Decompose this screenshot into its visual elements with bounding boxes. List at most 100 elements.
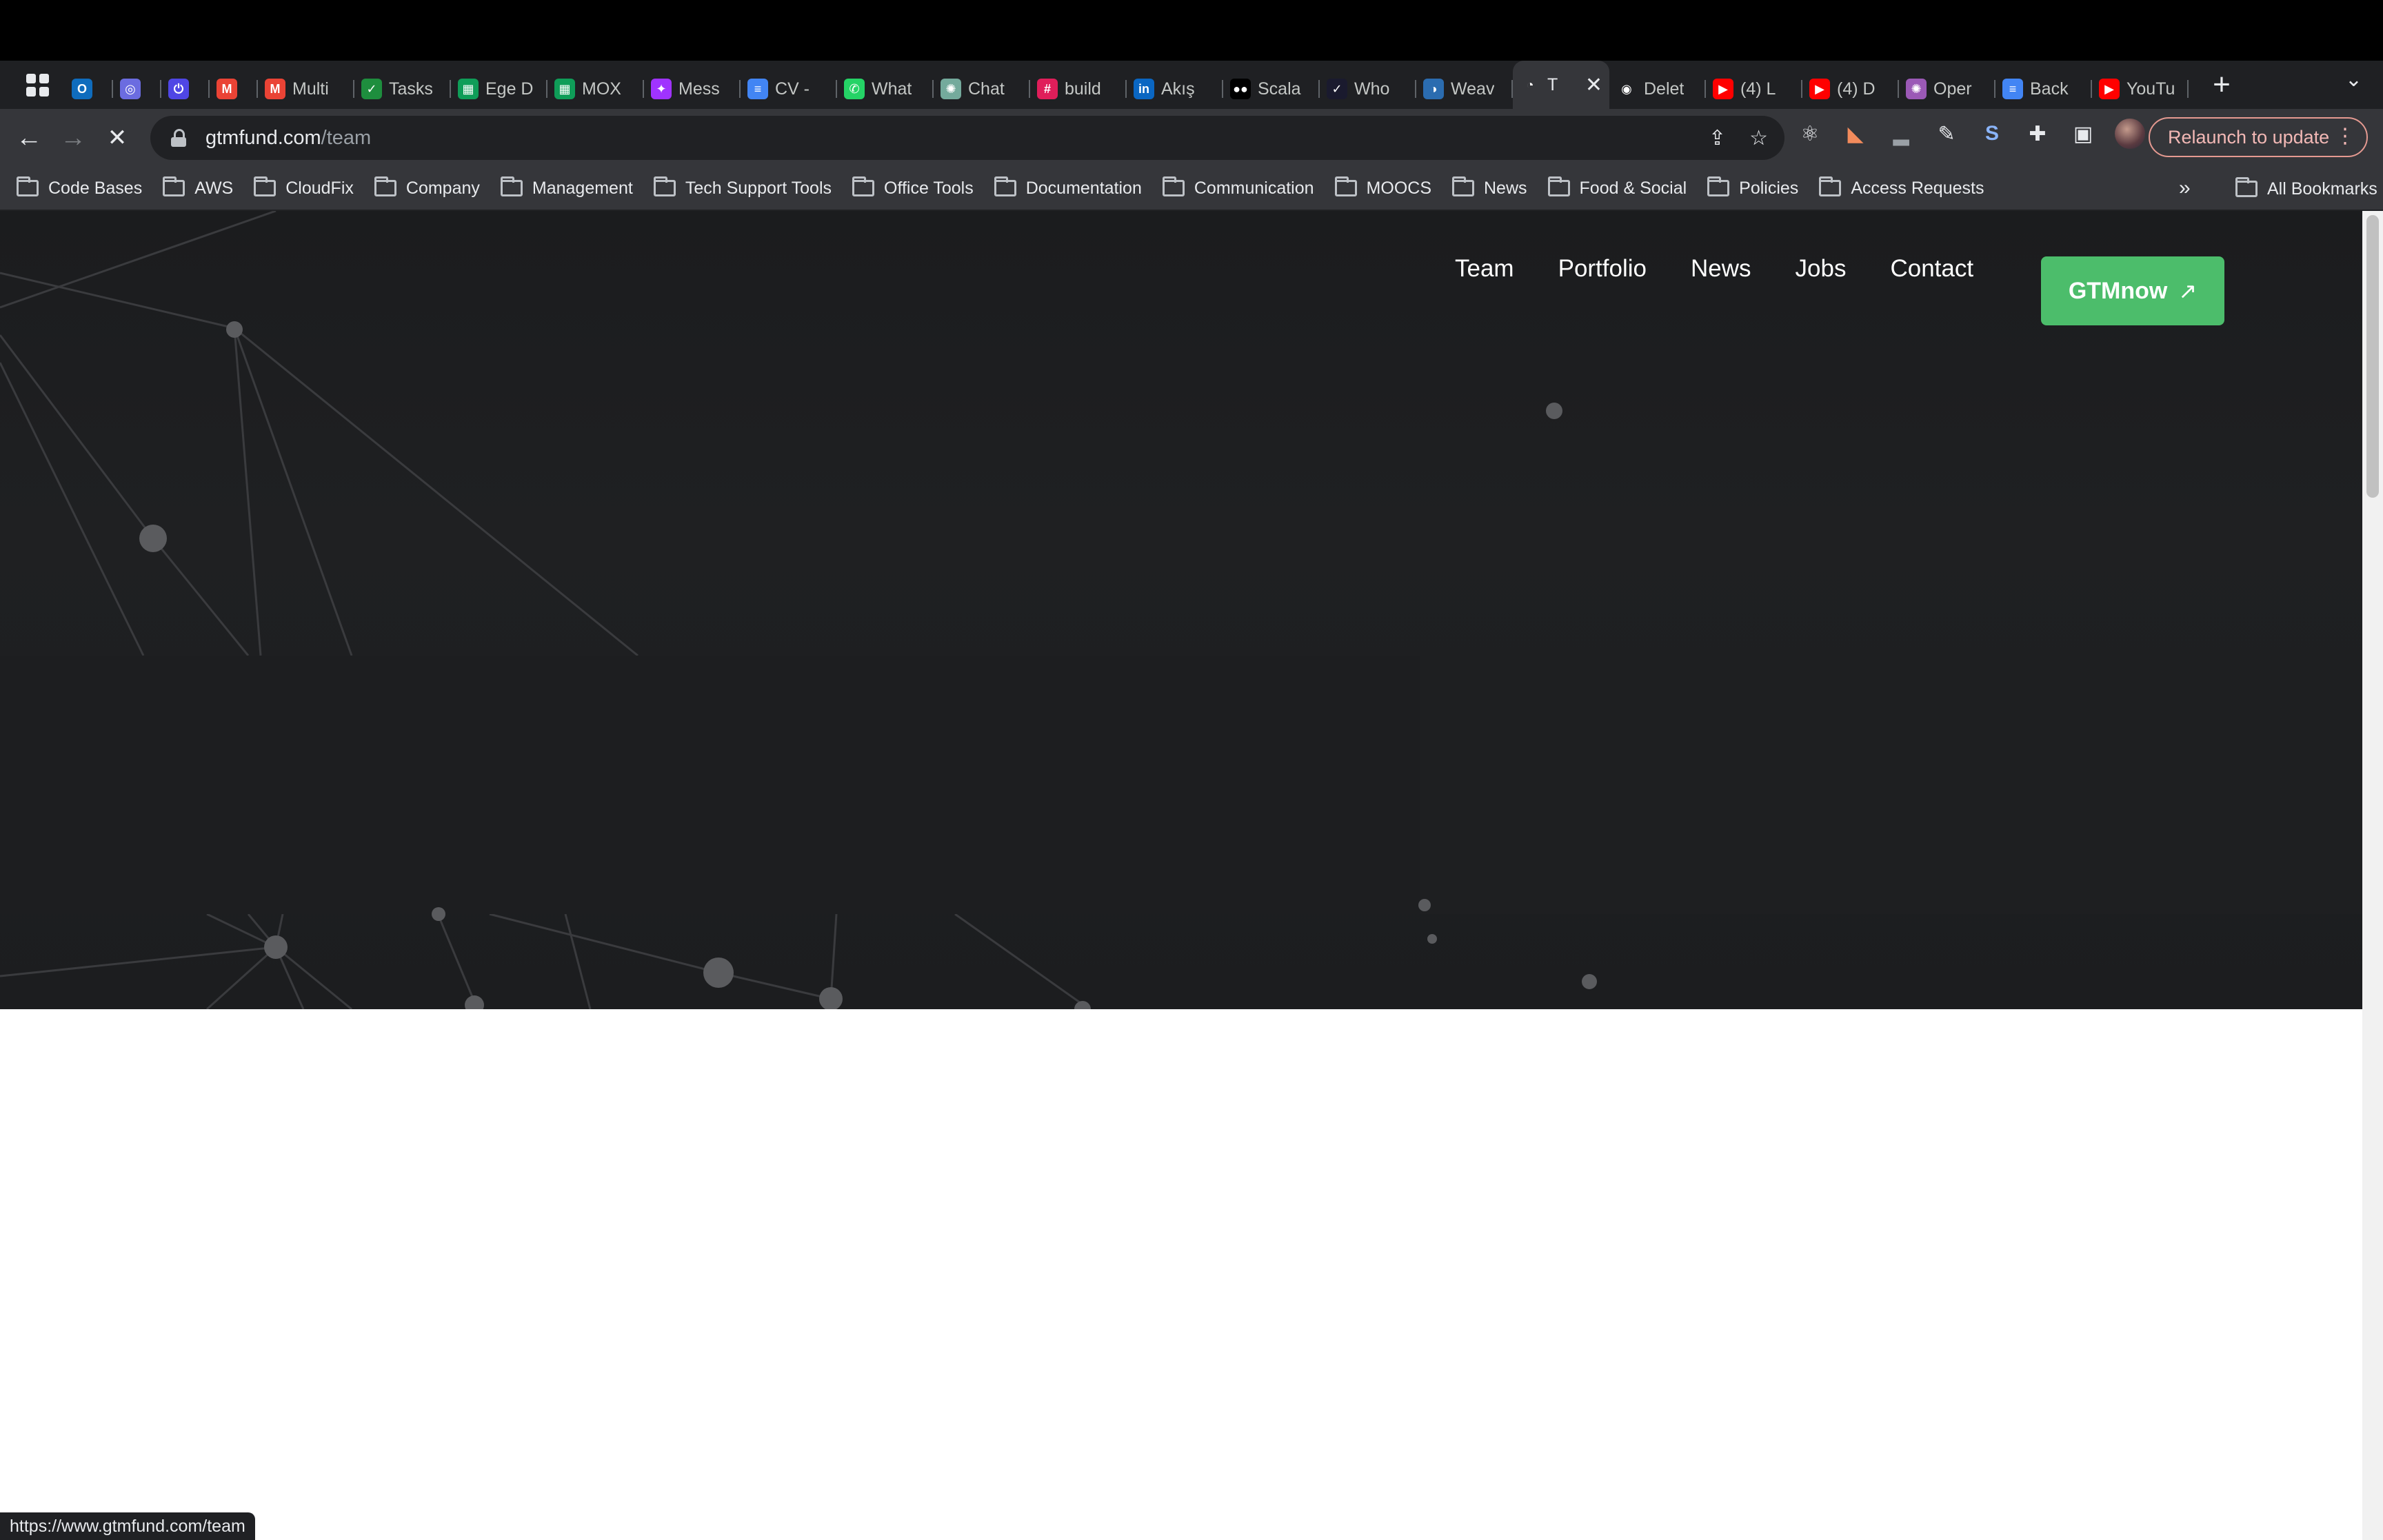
bookmark-folder[interactable]: Office Tools — [852, 176, 974, 199]
browser-tab[interactable]: ▦ MOX — [547, 69, 644, 109]
browser-tab[interactable]: ≡ Back — [1995, 69, 2092, 109]
bookmark-label: AWS — [194, 178, 234, 198]
all-bookmarks-button[interactable]: All Bookmarks — [2235, 167, 2377, 211]
address-bar[interactable]: gtmfund.com/team ⇪ ☆ — [150, 116, 1784, 160]
folder-icon — [1819, 176, 1842, 196]
browser-tab[interactable]: ◉ Delet — [1609, 69, 1706, 109]
bookmark-folder[interactable]: Documentation — [994, 176, 1142, 199]
browser-tab[interactable]: ▶ YouTu — [2092, 69, 2189, 109]
browser-tab[interactable]: ▶ (4) L — [1706, 69, 1802, 109]
nav-jobs-link[interactable]: Jobs — [1796, 255, 1847, 283]
browser-tab[interactable]: ◑ Weav — [1416, 69, 1513, 109]
chatgpt-icon: ✺ — [941, 79, 961, 99]
nav-portfolio-link[interactable]: Portfolio — [1558, 255, 1647, 283]
nav-contact-link[interactable]: Contact — [1890, 255, 1973, 283]
bookmarks-overflow-button[interactable]: » — [2179, 176, 2191, 200]
bookmark-folder[interactable]: Code Bases — [17, 176, 142, 199]
gtmnow-button[interactable]: GTMnow ↗ — [2041, 256, 2224, 325]
scrollbar-thumb[interactable] — [2366, 215, 2379, 498]
extension-hat-icon[interactable]: ▂ — [1887, 120, 1915, 148]
bookmark-star-icon[interactable]: ☆ — [1749, 126, 1768, 150]
bookmark-folder[interactable]: Tech Support Tools — [653, 176, 832, 199]
forward-button[interactable]: → — [51, 123, 95, 153]
bookmark-folder[interactable]: Policies — [1707, 176, 1798, 199]
react-devtools-icon[interactable]: ⚛ — [1796, 120, 1824, 148]
bookmark-folder[interactable]: Food & Social — [1547, 176, 1687, 199]
network-background-graphic — [0, 211, 2362, 1009]
browser-tab[interactable]: # build — [1030, 69, 1127, 109]
browser-tab[interactable]: ◎ — [113, 69, 161, 109]
nav-news-link[interactable]: News — [1691, 255, 1751, 283]
lock-icon[interactable] — [171, 129, 186, 147]
docs-icon: ≡ — [747, 79, 768, 99]
tab-title: Oper — [1933, 79, 1972, 99]
tab-title: (4) L — [1740, 79, 1776, 99]
browser-tab[interactable]: O — [65, 69, 113, 109]
tab-title: Weav — [1451, 79, 1495, 99]
browser-tab[interactable]: ✺ Oper — [1899, 69, 1995, 109]
outlook-icon: O — [72, 79, 92, 99]
tab-title: Back — [2030, 79, 2069, 99]
tab-search-icon[interactable]: ⌄ — [2345, 68, 2362, 92]
eyedropper-icon[interactable]: ✎ — [1933, 120, 1960, 148]
bookmark-folder[interactable]: Access Requests — [1819, 176, 1984, 199]
sheets-icon: ▦ — [554, 79, 575, 99]
folder-icon — [374, 176, 396, 196]
page-scrollbar[interactable] — [2362, 211, 2383, 1540]
page-viewport: Team Portfolio News Jobs Contact GTMnow … — [0, 211, 2362, 1540]
extensions-puzzle-icon[interactable]: ✚ — [2024, 120, 2051, 148]
close-tab-icon[interactable]: ✕ — [1580, 73, 1602, 97]
bookmark-label: Management — [532, 178, 633, 198]
youtube-icon: ▶ — [1809, 79, 1830, 99]
apps-icon[interactable] — [17, 64, 58, 105]
bookmark-folder[interactable]: News — [1452, 176, 1527, 199]
folder-icon — [2235, 177, 2258, 197]
bookmark-label: Office Tools — [884, 178, 974, 198]
medium-icon: ●● — [1230, 79, 1251, 99]
gtm-icon: ◔ — [1526, 77, 1534, 92]
browser-tab[interactable]: ✺ Chat — [934, 69, 1030, 109]
folder-icon — [1707, 176, 1730, 196]
browser-tab[interactable]: M — [210, 69, 258, 109]
share-icon[interactable]: ⇪ — [1709, 126, 1726, 150]
browser-tab[interactable]: ⏻ — [161, 69, 210, 109]
bookmark-folder[interactable]: MOOCS — [1334, 176, 1431, 199]
browser-tab[interactable]: ✦ Mess — [644, 69, 741, 109]
browser-tab[interactable]: ✓ Who — [1320, 69, 1416, 109]
whatsapp-icon: ✆ — [844, 79, 865, 99]
side-panel-icon[interactable]: ▣ — [2069, 120, 2097, 148]
bookmark-folder[interactable]: CloudFix — [254, 176, 354, 199]
bookmark-folder[interactable]: Company — [374, 176, 480, 199]
bookmark-folder[interactable]: AWS — [163, 176, 234, 199]
bookmark-label: CloudFix — [285, 178, 354, 198]
browser-tab[interactable]: ▶ (4) D — [1802, 69, 1899, 109]
more-menu-icon[interactable]: ⋮ — [2335, 124, 2355, 148]
extension-flag-icon[interactable]: ◣ — [1842, 120, 1869, 148]
browser-tab[interactable]: ✆ What — [837, 69, 934, 109]
openai-icon: ✺ — [1906, 79, 1927, 99]
nav-team-link[interactable]: Team — [1455, 255, 1514, 283]
stop-loading-button[interactable]: ✕ — [95, 124, 139, 152]
browser-tab[interactable]: in Akış — [1127, 69, 1223, 109]
browser-tab[interactable]: ◔ T ✕ — [1513, 61, 1609, 109]
browser-tab[interactable]: ≡ CV - — [741, 69, 837, 109]
relaunch-to-update-button[interactable]: Relaunch to update ⋮ — [2149, 117, 2368, 157]
browser-tab[interactable]: ✓ Tasks — [354, 69, 451, 109]
bookmark-folder[interactable]: Management — [500, 176, 633, 199]
folder-icon — [17, 176, 39, 196]
extension-s-icon[interactable]: S — [1978, 120, 2006, 148]
browser-tab[interactable]: ●● Scala — [1223, 69, 1320, 109]
browser-tab[interactable]: M Multi — [258, 69, 354, 109]
profile-avatar[interactable] — [2115, 119, 2145, 149]
power-icon: ⏻ — [168, 79, 189, 99]
tab-title: What — [872, 79, 912, 99]
bookmark-folder[interactable]: Communication — [1162, 176, 1314, 199]
back-button[interactable]: ← — [7, 123, 51, 153]
folder-icon — [1334, 176, 1357, 196]
tab-strip: O ◎ ⏻ M M Multi ✓ Tasks ▦ Ege D ▦ MOX ✦ Mess ≡ CV - ✆ Wha… — [0, 61, 2383, 109]
tab-title: Who — [1354, 79, 1390, 99]
url-text[interactable]: gtmfund.com/team — [205, 127, 371, 150]
browser-tab[interactable]: ▦ Ege D — [451, 69, 547, 109]
new-tab-button[interactable]: + — [2201, 68, 2242, 102]
bookmark-label: Food & Social — [1579, 178, 1687, 198]
